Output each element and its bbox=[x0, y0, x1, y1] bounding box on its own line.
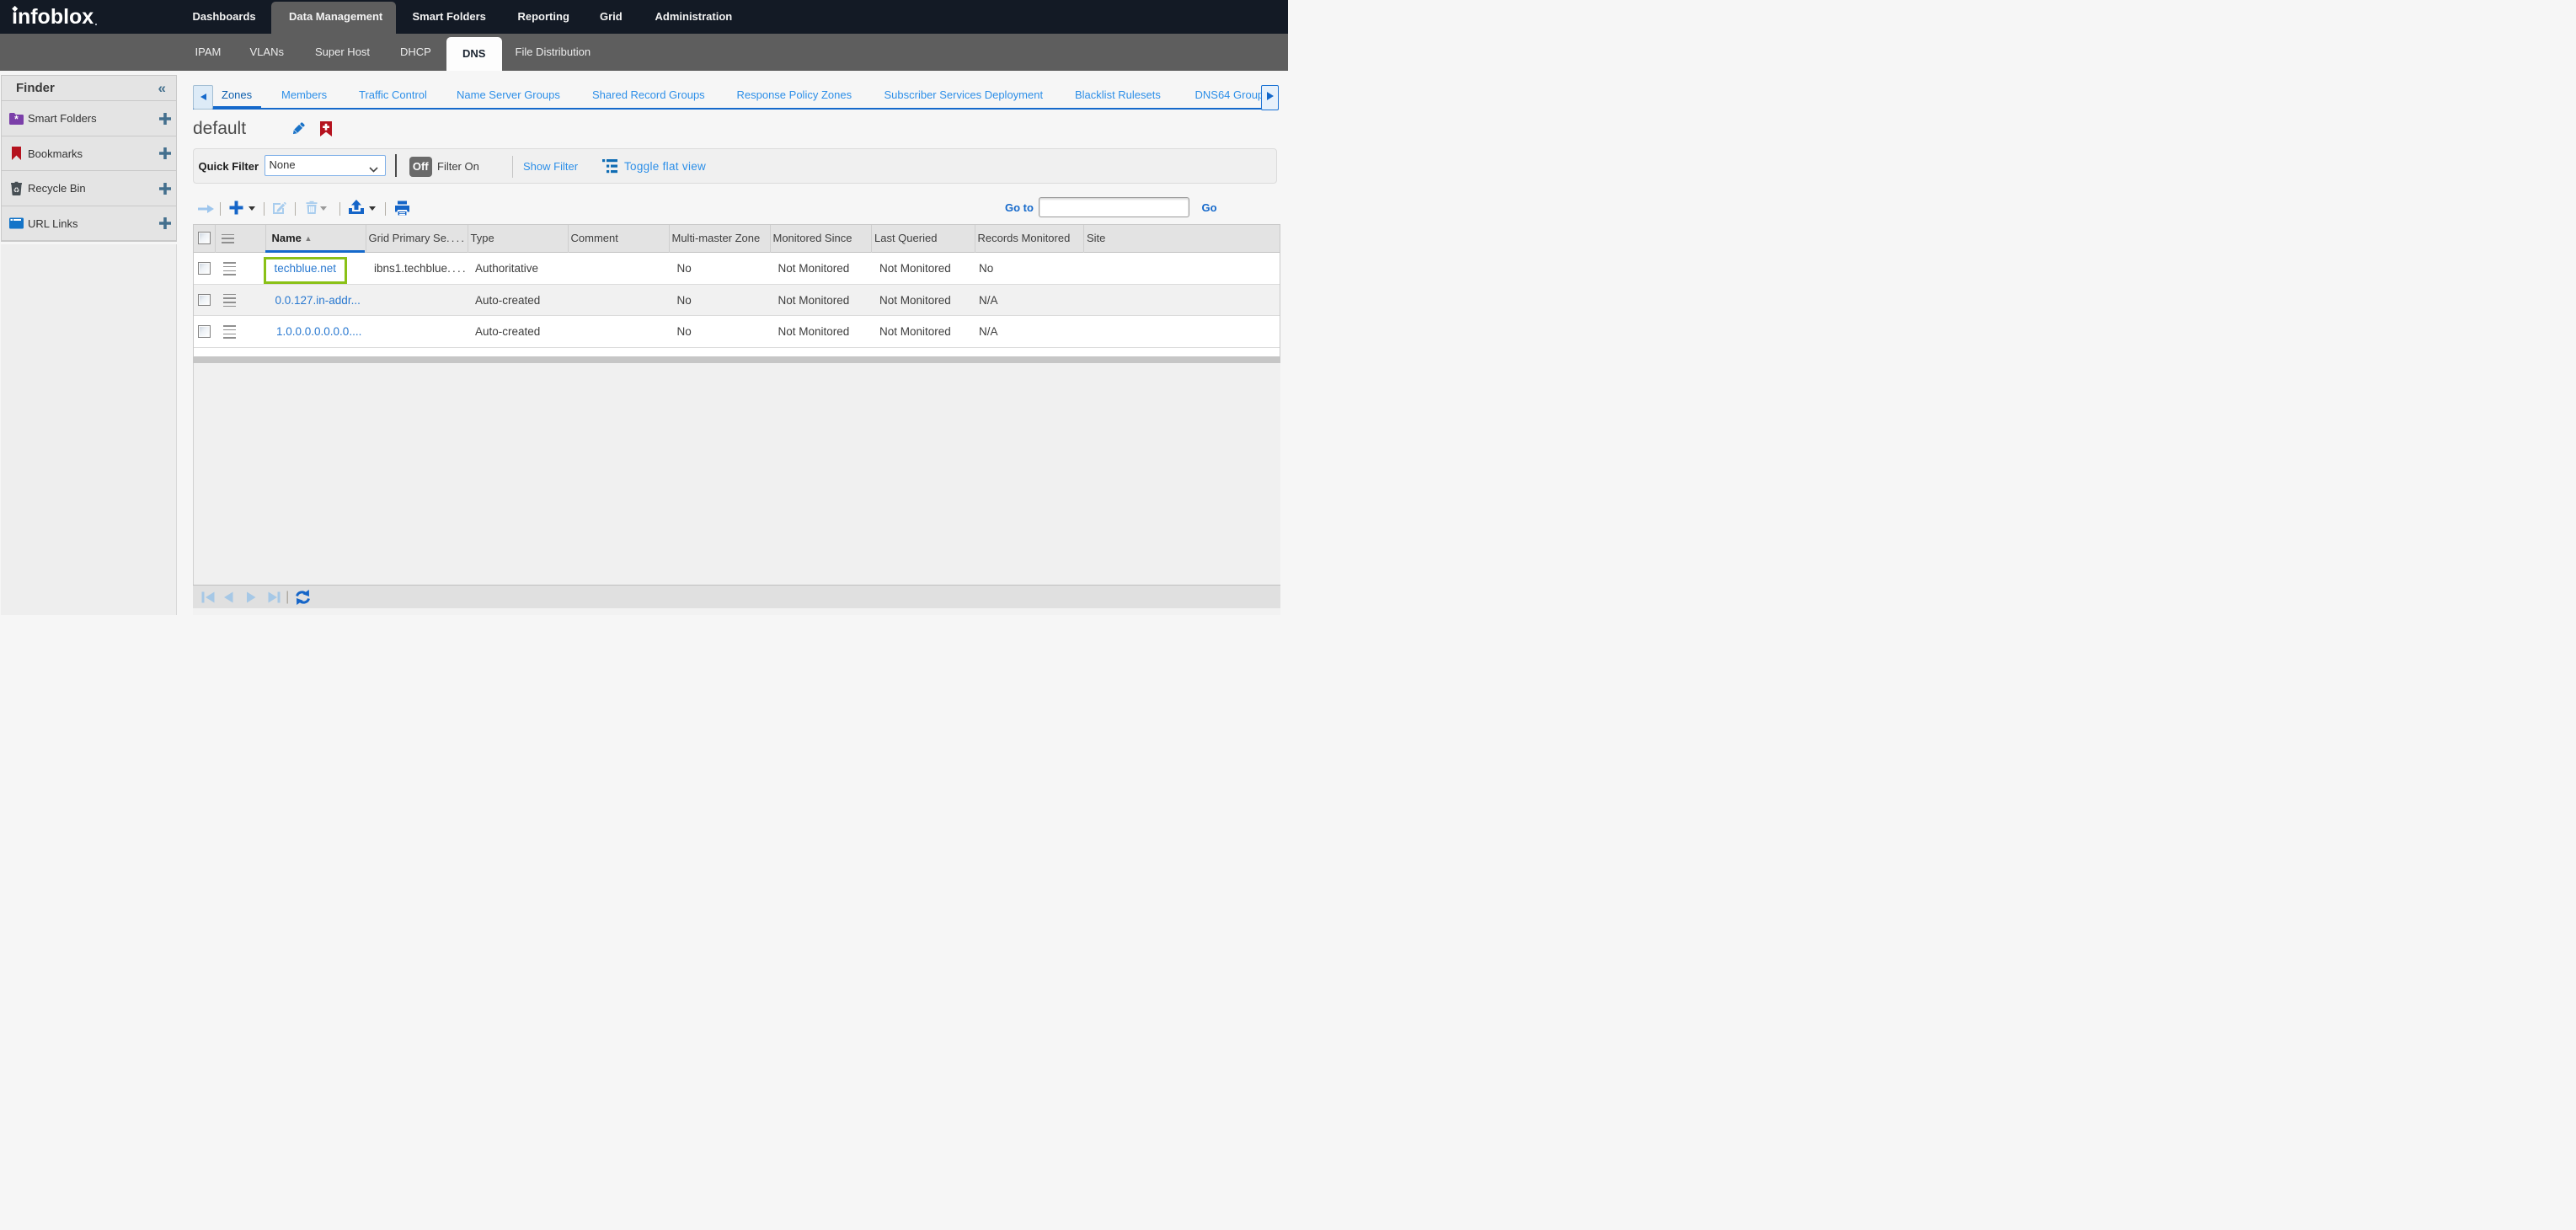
svg-text:♻: ♻ bbox=[13, 185, 19, 194]
svg-text:*: * bbox=[14, 113, 19, 125]
